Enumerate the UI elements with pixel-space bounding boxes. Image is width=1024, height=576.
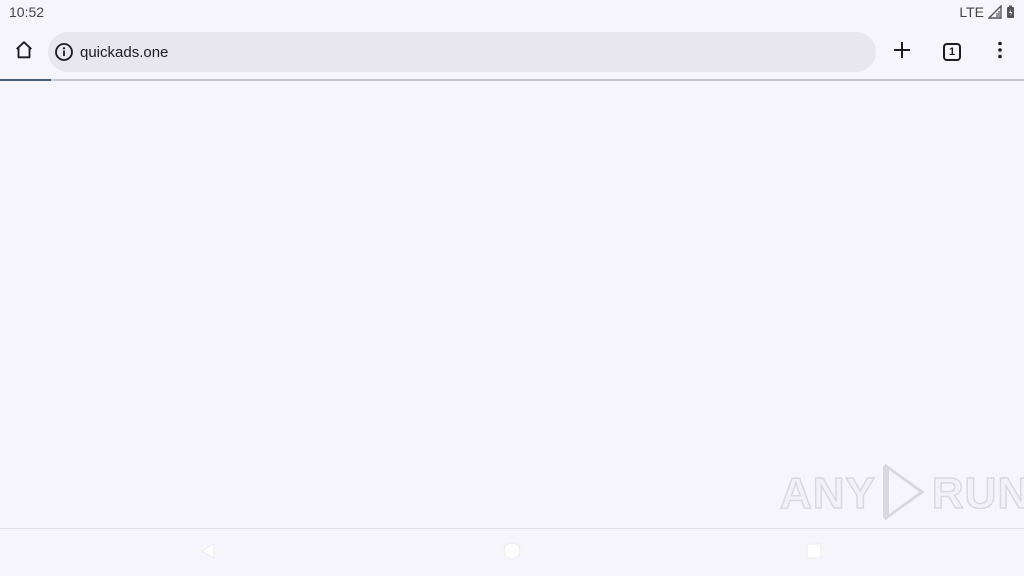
battery-icon bbox=[1006, 5, 1015, 19]
back-icon bbox=[199, 542, 217, 565]
web-content-area[interactable] bbox=[0, 81, 1024, 528]
home-icon bbox=[13, 39, 35, 66]
tab-switcher-button[interactable]: 1 bbox=[928, 28, 976, 76]
recents-button[interactable] bbox=[802, 541, 826, 565]
network-type: LTE bbox=[959, 4, 984, 20]
url-text[interactable]: quickads.one bbox=[80, 44, 168, 61]
home-nav-button[interactable] bbox=[500, 541, 524, 565]
status-time: 10:52 bbox=[9, 4, 45, 20]
more-vert-icon bbox=[990, 40, 1010, 65]
new-tab-button[interactable] bbox=[878, 28, 926, 76]
plus-icon bbox=[892, 40, 912, 65]
overflow-menu-button[interactable] bbox=[976, 28, 1024, 76]
watermark-left-text: ANY bbox=[779, 468, 876, 519]
anyrun-watermark: ANY RUN bbox=[779, 462, 1024, 527]
tab-count: 1 bbox=[948, 46, 956, 58]
tab-switcher-icon: 1 bbox=[942, 42, 962, 62]
address-bar[interactable]: quickads.one bbox=[48, 32, 876, 72]
signal-icon bbox=[988, 5, 1002, 19]
watermark-right-text: RUN bbox=[931, 468, 1024, 519]
recents-icon bbox=[805, 542, 823, 565]
system-navigation-bar bbox=[0, 528, 1024, 576]
play-logo-icon bbox=[880, 462, 928, 527]
browser-toolbar: quickads.one 1 bbox=[0, 24, 1024, 80]
status-bar: 10:52 LTE bbox=[0, 0, 1024, 24]
back-button[interactable] bbox=[196, 541, 220, 565]
home-circle-icon bbox=[502, 541, 522, 566]
home-button[interactable] bbox=[0, 28, 48, 76]
status-icons: LTE bbox=[959, 4, 1015, 20]
info-icon[interactable] bbox=[54, 42, 74, 62]
